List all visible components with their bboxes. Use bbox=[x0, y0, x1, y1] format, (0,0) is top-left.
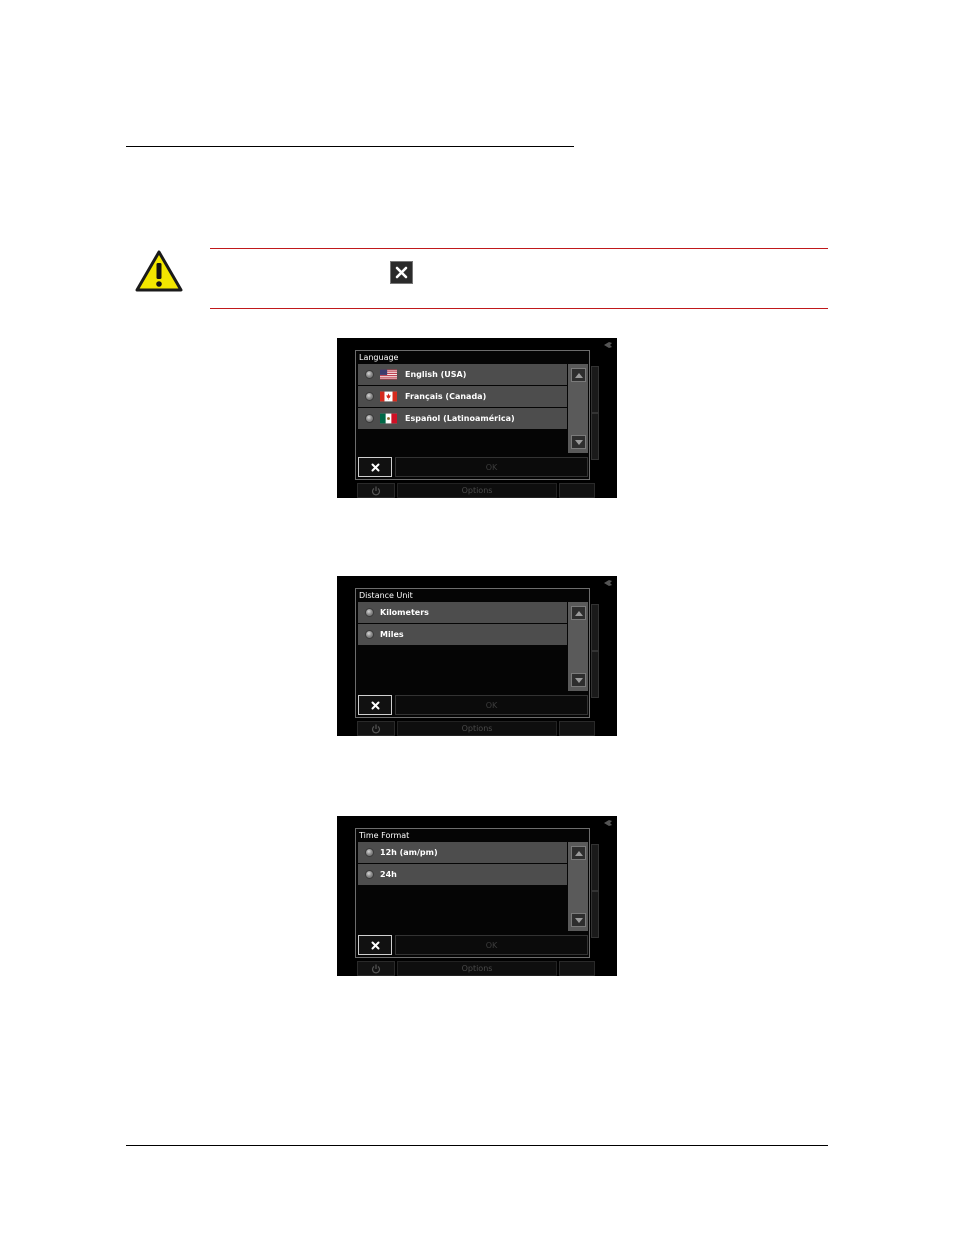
close-icon bbox=[390, 261, 413, 284]
power-icon bbox=[371, 486, 381, 495]
list-item[interactable]: 12h (am/pm) bbox=[358, 842, 567, 863]
option-list: 12h (am/pm) 24h bbox=[358, 842, 567, 931]
close-icon bbox=[371, 701, 379, 709]
warning-icon bbox=[135, 250, 183, 292]
triangle-up-icon bbox=[574, 372, 583, 378]
cancel-button[interactable] bbox=[358, 695, 392, 715]
option-label: Français (Canada) bbox=[405, 392, 487, 401]
note-top-rule bbox=[210, 248, 828, 249]
option-label: Español (Latinoamérica) bbox=[405, 414, 515, 423]
background-panel bbox=[591, 844, 599, 891]
radio-button[interactable] bbox=[365, 392, 374, 401]
time-format-screen: Time Format 12h (am/pm) 24h OK Options bbox=[337, 816, 617, 976]
time-format-dialog: Time Format 12h (am/pm) 24h OK bbox=[355, 828, 590, 958]
triangle-down-icon bbox=[574, 917, 583, 923]
cancel-button[interactable] bbox=[358, 457, 392, 477]
power-button[interactable] bbox=[357, 721, 395, 736]
close-icon bbox=[371, 463, 379, 471]
radio-button[interactable] bbox=[365, 608, 374, 617]
header-rule bbox=[126, 146, 574, 147]
radio-button[interactable] bbox=[365, 870, 374, 879]
triangle-down-icon bbox=[574, 677, 583, 683]
triangle-up-icon bbox=[574, 850, 583, 856]
radio-button[interactable] bbox=[365, 414, 374, 423]
check-button[interactable] bbox=[559, 721, 595, 736]
cancel-button[interactable] bbox=[358, 935, 392, 955]
option-list: English (USA) Français (Canada) Español … bbox=[358, 364, 567, 453]
list-item[interactable]: Miles bbox=[358, 624, 567, 645]
scrollbar[interactable] bbox=[568, 364, 588, 453]
power-icon bbox=[371, 724, 381, 733]
list-item[interactable]: Kilometers bbox=[358, 602, 567, 623]
options-button[interactable]: Options bbox=[397, 721, 557, 736]
list-item[interactable]: 24h bbox=[358, 864, 567, 885]
list-item[interactable]: English (USA) bbox=[358, 364, 567, 385]
language-dialog: Language English (USA) Français (Canada)… bbox=[355, 350, 590, 480]
check-button[interactable] bbox=[559, 483, 595, 498]
scroll-up-button[interactable] bbox=[571, 606, 586, 620]
options-button[interactable]: Options bbox=[397, 483, 557, 498]
background-panel bbox=[591, 891, 599, 938]
mexico-flag-icon bbox=[380, 413, 397, 424]
note-bottom-rule bbox=[210, 308, 828, 309]
scroll-down-button[interactable] bbox=[571, 435, 586, 449]
scroll-down-button[interactable] bbox=[571, 673, 586, 687]
option-list: Kilometers Miles bbox=[358, 602, 567, 691]
footer-bar: Options bbox=[355, 483, 597, 498]
ok-button[interactable]: OK bbox=[395, 457, 588, 477]
footer-rule bbox=[126, 1145, 828, 1146]
footer-bar: Options bbox=[355, 961, 597, 976]
footer-bar: Options bbox=[355, 721, 597, 736]
radio-button[interactable] bbox=[365, 630, 374, 639]
power-button[interactable] bbox=[357, 961, 395, 976]
ok-button[interactable]: OK bbox=[395, 935, 588, 955]
option-label: 24h bbox=[380, 870, 397, 879]
scroll-up-button[interactable] bbox=[571, 846, 586, 860]
options-button[interactable]: Options bbox=[397, 961, 557, 976]
pin-icon bbox=[604, 342, 612, 348]
background-panel bbox=[591, 604, 599, 651]
list-item[interactable]: Español (Latinoamérica) bbox=[358, 408, 567, 429]
dialog-title: Time Format bbox=[359, 831, 410, 840]
power-icon bbox=[371, 964, 381, 973]
scrollbar[interactable] bbox=[568, 842, 588, 931]
radio-button[interactable] bbox=[365, 370, 374, 379]
ok-button[interactable]: OK bbox=[395, 695, 588, 715]
pin-icon bbox=[604, 820, 612, 826]
language-screen: Language English (USA) Français (Canada)… bbox=[337, 338, 617, 498]
scrollbar[interactable] bbox=[568, 602, 588, 691]
option-label: 12h (am/pm) bbox=[380, 848, 438, 857]
distance-unit-dialog: Distance Unit Kilometers Miles OK bbox=[355, 588, 590, 718]
dialog-title: Language bbox=[359, 353, 399, 362]
background-panel bbox=[591, 651, 599, 698]
check-button[interactable] bbox=[559, 961, 595, 976]
close-icon bbox=[371, 941, 379, 949]
pin-icon bbox=[604, 580, 612, 586]
us-flag-icon bbox=[380, 369, 397, 380]
option-label: Miles bbox=[380, 630, 404, 639]
radio-button[interactable] bbox=[365, 848, 374, 857]
background-panel bbox=[591, 413, 599, 460]
distance-unit-screen: Distance Unit Kilometers Miles OK Option… bbox=[337, 576, 617, 736]
scroll-down-button[interactable] bbox=[571, 913, 586, 927]
power-button[interactable] bbox=[357, 483, 395, 498]
list-item[interactable]: Français (Canada) bbox=[358, 386, 567, 407]
background-panel bbox=[591, 366, 599, 413]
option-label: English (USA) bbox=[405, 370, 467, 379]
triangle-down-icon bbox=[574, 439, 583, 445]
triangle-up-icon bbox=[574, 610, 583, 616]
scroll-up-button[interactable] bbox=[571, 368, 586, 382]
option-label: Kilometers bbox=[380, 608, 429, 617]
dialog-title: Distance Unit bbox=[359, 591, 413, 600]
canada-flag-icon bbox=[380, 391, 397, 402]
